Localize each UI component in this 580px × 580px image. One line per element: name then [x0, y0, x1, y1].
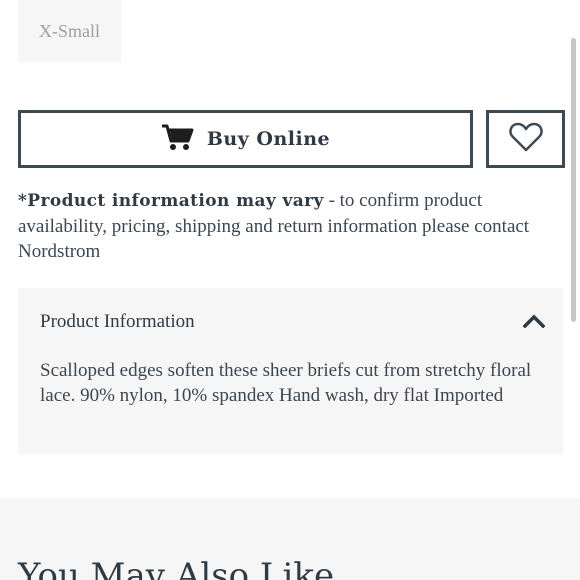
product-information-title: Product Information [40, 311, 195, 332]
product-information-body: Scalloped edges soften these sheer brief… [40, 360, 532, 406]
product-disclaimer: *Product information may vary - to confi… [18, 188, 538, 264]
size-option-label: X-Small [39, 20, 100, 41]
chevron-up-icon[interactable] [522, 313, 546, 332]
product-information-toggle[interactable]: Product Information [40, 310, 546, 334]
recommendations-heading: You May Also Like [18, 556, 335, 580]
recommendations-section: You May Also Like [0, 498, 580, 580]
heart-icon [508, 122, 543, 156]
buy-online-button[interactable]: Buy Online [18, 110, 473, 168]
buy-online-label: Buy Online [206, 128, 331, 150]
cart-icon [161, 123, 195, 155]
disclaimer-bold-text: *Product information may vary [18, 191, 324, 211]
scrollbar[interactable] [571, 38, 576, 322]
add-to-favorites-button[interactable] [486, 110, 565, 168]
size-option-xsmall[interactable]: X-Small [18, 0, 121, 62]
product-information-panel: Product Information Scalloped edges soft… [18, 288, 563, 454]
